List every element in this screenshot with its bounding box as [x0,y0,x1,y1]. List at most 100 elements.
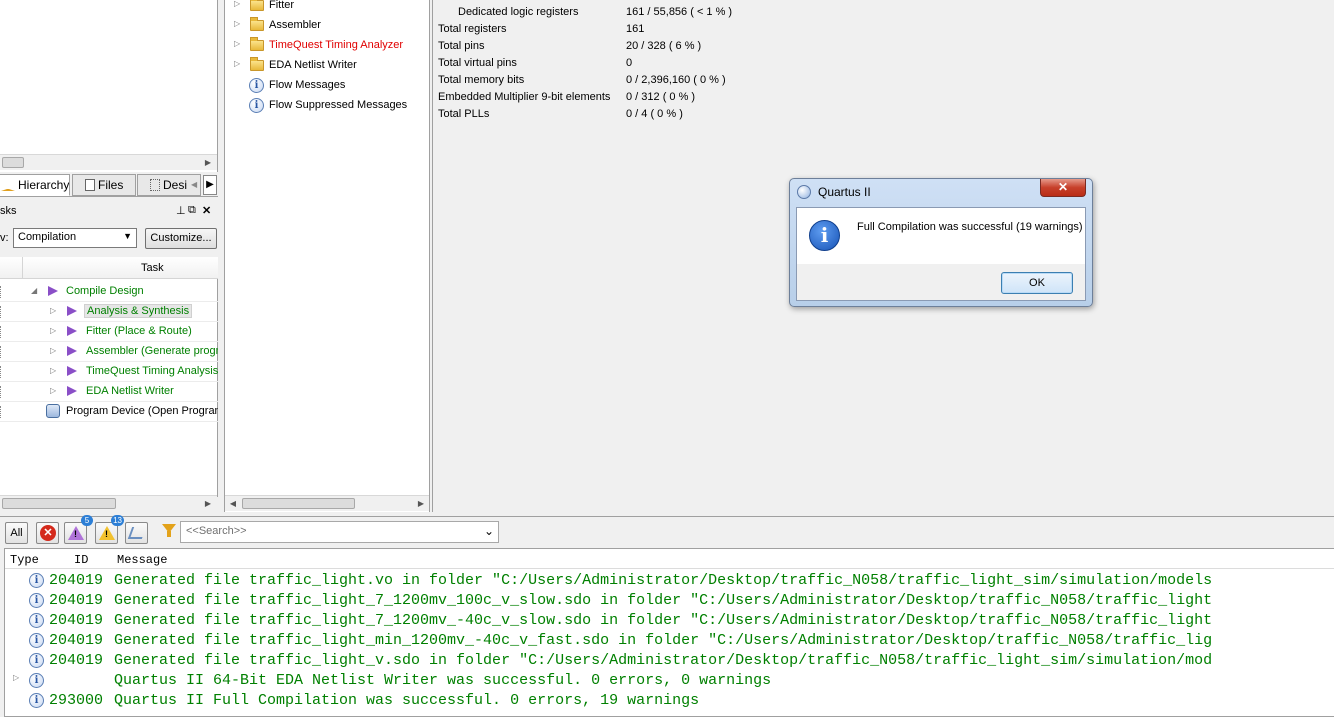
collapse-icon[interactable]: ◢ [31,286,37,295]
info-icon: i [29,593,44,608]
tab-scroll-left-icon[interactable]: ◀ [191,175,197,195]
expand-icon[interactable]: ▷ [234,39,240,48]
tab-files[interactable]: Files [72,174,136,196]
play-icon[interactable] [67,306,77,316]
expand-icon[interactable]: ▷ [50,306,56,315]
tab-hierarchy[interactable]: Hierarchy [0,174,70,196]
scroll-thumb[interactable] [242,498,355,509]
pin-icon[interactable]: ⊥ [176,204,186,217]
expand-icon[interactable]: ▷ [50,326,56,335]
expand-icon[interactable]: ▷ [234,0,240,8]
row-status [0,366,2,378]
message-row[interactable]: i 204019 Generated file traffic_light_v.… [5,651,1334,671]
report-tree-hscrollbar[interactable]: ◀ ▶ [225,495,429,511]
customize-button[interactable]: Customize... [145,228,217,249]
message-id: 293000 [49,692,104,709]
message-id: 204019 [49,612,104,629]
scroll-right-icon[interactable]: ▶ [202,496,214,512]
suppressed-filter-button[interactable] [125,522,148,544]
task-column-label: Task [141,262,164,274]
flow-select-value: Compilation [18,231,77,243]
message-row[interactable]: i 204019 Generated file traffic_light_7_… [5,591,1334,611]
programmer-icon[interactable] [46,404,60,418]
warnings-filter-button[interactable]: ! 13 [95,515,124,544]
expand-icon[interactable]: ▷ [50,366,56,375]
scroll-thumb[interactable] [2,498,116,509]
tree-item-label: Flow Suppressed Messages [269,99,408,111]
tab-design-units[interactable]: Desi ◀ [137,174,201,196]
tree-item-label: Fitter [269,0,295,11]
tab-scroll-right-icon[interactable]: ▶ [203,175,217,195]
play-icon[interactable] [48,286,58,296]
message-row[interactable]: i 204019 Generated file traffic_light.vo… [5,571,1334,591]
task-column-header[interactable]: Task [0,257,218,279]
tree-item-label: TimeQuest Timing Analyzer [269,39,404,51]
column-message[interactable]: Message [117,553,167,567]
message-row[interactable]: i 204019 Generated file traffic_light_7_… [5,611,1334,631]
expand-icon[interactable]: ▷ [50,386,56,395]
play-icon[interactable] [67,366,77,376]
task-row-eda-netlist-writer[interactable]: ▷ EDA Netlist Writer [0,382,218,402]
message-text: Generated file traffic_light_7_1200mv_-4… [114,612,1213,629]
errors-filter-button[interactable]: ✕ [36,522,59,544]
close-icon[interactable]: ✕ [202,204,211,217]
error-icon: ✕ [40,525,56,541]
flow-select[interactable]: Compilation ▼ [13,228,137,248]
files-icon [85,179,95,191]
expand-icon[interactable]: ▷ [50,346,56,355]
column-type[interactable]: Type [10,553,39,567]
tasks-header: sks ⊥ ⧉ ✕ [0,203,218,221]
info-icon: i [29,613,44,628]
play-icon[interactable] [67,386,77,396]
task-row-timequest[interactable]: ▷ TimeQuest Timing Analysis [0,362,218,382]
message-text: Generated file traffic_light_7_1200mv_10… [114,592,1213,609]
message-row[interactable]: i 293000 Quartus II Full Compilation was… [5,691,1334,711]
info-icon: i [809,220,840,251]
row-status [0,286,2,298]
tasks-hscrollbar[interactable]: ▶ [0,495,217,511]
row-status [0,406,2,418]
summary-row: Dedicated logic registers 161 / 55,856 (… [433,6,933,23]
scroll-thumb[interactable] [2,157,24,168]
message-row[interactable]: i 204019 Generated file traffic_light_mi… [5,631,1334,651]
summary-value: 0 / 2,396,160 ( 0 % ) [626,74,726,86]
summary-key: Total memory bits [438,74,525,86]
show-all-button[interactable]: All [5,522,28,544]
column-id[interactable]: ID [74,553,88,567]
summary-value: 161 [626,23,645,35]
task-row-program-device[interactable]: Program Device (Open Program [0,402,218,422]
task-row-analysis-synthesis[interactable]: ▷ Analysis & Synthesis [0,302,218,322]
messages-header: Type ID Message [5,549,1334,569]
scroll-right-icon[interactable]: ▶ [415,496,427,512]
chevron-down-icon[interactable]: ⌄ [484,524,494,538]
folder-icon [250,17,264,31]
task-row-assembler[interactable]: ▷ Assembler (Generate progra [0,342,218,362]
filter-icon[interactable] [162,524,176,537]
hierarchy-hscrollbar[interactable]: ▶ [0,154,217,170]
critical-warnings-filter-button[interactable]: ! 5 [64,515,93,544]
info-icon: i [29,653,44,668]
project-navigator-tabs: Hierarchy Files Desi ◀ ▶ [0,172,218,197]
ok-button[interactable]: OK [1001,272,1073,294]
scroll-right-icon[interactable]: ▶ [202,155,214,171]
expand-icon[interactable]: ▷ [13,673,19,682]
task-row-compile-design[interactable]: ◢ Compile Design [0,282,218,302]
play-icon[interactable] [67,346,77,356]
task-label: Analysis & Synthesis [84,304,193,318]
column-separator [22,257,23,279]
scroll-left-icon[interactable]: ◀ [227,496,239,512]
dialog-close-button[interactable]: ✕ [1040,179,1086,197]
task-label: TimeQuest Timing Analysis [86,365,218,377]
design-units-icon [150,179,160,191]
summary-value: 0 / 4 ( 0 % ) [626,108,683,120]
dialog-message: Full Compilation was successful (19 warn… [857,221,1083,233]
messages-list: Type ID Message i 204019 Generated file … [4,548,1334,717]
summary-value: 0 / 312 ( 0 % ) [626,91,696,103]
message-row[interactable]: ▷ i Quartus II 64-Bit EDA Netlist Writer… [5,671,1334,691]
expand-icon[interactable]: ▷ [234,19,240,28]
float-icon[interactable]: ⧉ [188,204,196,217]
expand-icon[interactable]: ▷ [234,59,240,68]
message-search-input[interactable]: <<Search>> ⌄ [180,521,499,543]
task-row-fitter[interactable]: ▷ Fitter (Place & Route) [0,322,218,342]
play-icon[interactable] [67,326,77,336]
